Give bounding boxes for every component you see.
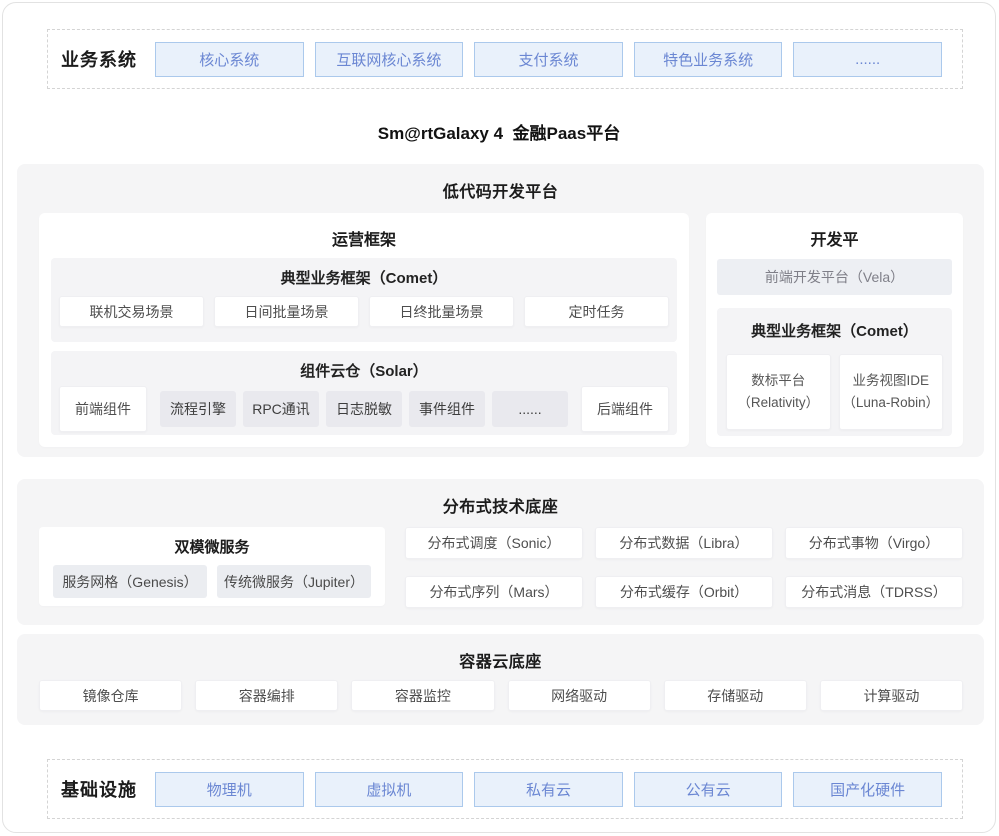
business-system-core: 核心系统 [155, 42, 304, 77]
luna-robin-ide-name: 业务视图IDE [852, 370, 929, 392]
scenario-scheduled-task: 定时任务 [524, 296, 669, 327]
dual-mode-microservice-title: 双模微服务 [39, 527, 385, 557]
container-monitoring: 容器监控 [351, 680, 494, 711]
dev-comet-items-row: 数标平台 （Relativity） 业务视图IDE （Luna-Robin） [717, 341, 952, 430]
chip-rpc: RPC通讯 [243, 391, 319, 427]
distributed-cache-orbit: 分布式缓存（Orbit） [595, 576, 773, 608]
distributed-services-grid: 分布式调度（Sonic） 分布式数据（Libra） 分布式事物（Virgo） 分… [405, 527, 963, 608]
chip-event-component: 事件组件 [409, 391, 485, 427]
image-registry: 镜像仓库 [39, 680, 182, 711]
comet-business-framework-box: 典型业务框架（Comet） 联机交易场景 日间批量场景 日终批量场景 定时任务 [51, 258, 677, 342]
infrastructure-items: 物理机 虚拟机 私有云 公有云 国产化硬件 [155, 772, 942, 807]
business-systems-band: 业务系统 核心系统 互联网核心系统 支付系统 特色业务系统 ...... [47, 29, 963, 89]
solar-component-warehouse-box: 组件云仓（Solar） 前端组件 流程引擎 RPC通讯 日志脱敏 事件组件 ..… [51, 351, 677, 435]
container-cloud-section: 容器云底座 镜像仓库 容器编排 容器监控 网络驱动 存储驱动 计算驱动 [17, 634, 984, 725]
compute-driver: 计算驱动 [820, 680, 963, 711]
infrastructure-label: 基础设施 [61, 776, 143, 802]
infrastructure-band: 基础设施 物理机 虚拟机 私有云 公有云 国产化硬件 [47, 759, 963, 819]
container-orchestration: 容器编排 [195, 680, 338, 711]
business-system-special: 特色业务系统 [634, 42, 783, 77]
distributed-base-section: 分布式技术底座 双模微服务 服务网格（Genesis） 传统微服务（Jupite… [17, 479, 984, 625]
relativity-platform: 数标平台 （Relativity） [726, 354, 831, 430]
vela-frontend-dev-platform: 前端开发平台（Vela） [717, 259, 952, 295]
business-system-internet-core: 互联网核心系统 [315, 42, 464, 77]
distributed-message-tdrss: 分布式消息（TDRSS） [785, 576, 963, 608]
comet-business-framework-title: 典型业务框架（Comet） [51, 258, 677, 288]
scenario-endofday-batch: 日终批量场景 [369, 296, 514, 327]
luna-robin-ide-code: （Luna-Robin） [842, 392, 939, 414]
chip-log-masking: 日志脱敏 [326, 391, 402, 427]
chip-more: ...... [492, 391, 568, 427]
dual-mode-microservice-card: 双模微服务 服务网格（Genesis） 传统微服务（Jupiter） [39, 527, 385, 606]
traditional-microservice-jupiter: 传统微服务（Jupiter） [217, 565, 371, 598]
operation-framework-card: 运营框架 典型业务框架（Comet） 联机交易场景 日间批量场景 日终批量场景 … [39, 213, 689, 447]
solar-components-row: 前端组件 流程引擎 RPC通讯 日志脱敏 事件组件 ...... 后端组件 [51, 384, 677, 434]
dual-mode-items-row: 服务网格（Genesis） 传统微服务（Jupiter） [39, 557, 385, 598]
dev-platform-title: 开发平 [706, 213, 963, 250]
distributed-sequence-mars: 分布式序列（Mars） [405, 576, 583, 608]
page-title: Sm@rtGalaxy 4 金融Paas平台 [3, 119, 995, 144]
component-backend: 后端组件 [581, 386, 669, 432]
scenario-daytime-batch: 日间批量场景 [214, 296, 359, 327]
network-driver: 网络驱动 [508, 680, 651, 711]
container-cloud-title: 容器云底座 [17, 634, 984, 672]
scenario-online-trade: 联机交易场景 [59, 296, 204, 327]
dev-comet-framework-box: 典型业务框架（Comet） 数标平台 （Relativity） 业务视图IDE … [717, 308, 952, 436]
operation-framework-title: 运营框架 [39, 213, 689, 250]
infra-domestic-hardware: 国产化硬件 [793, 772, 942, 807]
solar-component-warehouse-title: 组件云仓（Solar） [51, 351, 677, 381]
luna-robin-ide: 业务视图IDE （Luna-Robin） [839, 354, 944, 430]
business-system-more: ...... [793, 42, 942, 77]
storage-driver: 存储驱动 [664, 680, 807, 711]
distributed-data-libra: 分布式数据（Libra） [595, 527, 773, 559]
relativity-platform-name: 数标平台 [751, 370, 805, 392]
infra-private-cloud: 私有云 [474, 772, 623, 807]
business-systems-items: 核心系统 互联网核心系统 支付系统 特色业务系统 ...... [155, 42, 942, 77]
infra-physical-machine: 物理机 [155, 772, 304, 807]
infra-virtual-machine: 虚拟机 [315, 772, 464, 807]
component-frontend: 前端组件 [59, 386, 147, 432]
architecture-diagram-card: 业务系统 核心系统 互联网核心系统 支付系统 特色业务系统 ...... Sm@… [2, 2, 996, 833]
container-cloud-items-row: 镜像仓库 容器编排 容器监控 网络驱动 存储驱动 计算驱动 [39, 680, 963, 711]
business-system-payment: 支付系统 [474, 42, 623, 77]
chip-process-engine: 流程引擎 [160, 391, 236, 427]
relativity-platform-code: （Relativity） [737, 392, 819, 414]
comet-scenarios-row: 联机交易场景 日间批量场景 日终批量场景 定时任务 [51, 288, 677, 327]
solar-chips: 流程引擎 RPC通讯 日志脱敏 事件组件 ...... [160, 391, 568, 427]
distributed-scheduling-sonic: 分布式调度（Sonic） [405, 527, 583, 559]
dev-comet-framework-title: 典型业务框架（Comet） [717, 308, 952, 341]
dev-platform-card: 开发平 前端开发平台（Vela） 典型业务框架（Comet） 数标平台 （Rel… [706, 213, 963, 447]
business-systems-label: 业务系统 [61, 46, 143, 72]
distributed-base-title: 分布式技术底座 [17, 479, 984, 517]
service-mesh-genesis: 服务网格（Genesis） [53, 565, 207, 598]
low-code-platform-section: 低代码开发平台 运营框架 典型业务框架（Comet） 联机交易场景 日间批量场景… [17, 164, 984, 457]
distributed-transaction-virgo: 分布式事物（Virgo） [785, 527, 963, 559]
infra-public-cloud: 公有云 [634, 772, 783, 807]
low-code-platform-title: 低代码开发平台 [17, 164, 984, 202]
